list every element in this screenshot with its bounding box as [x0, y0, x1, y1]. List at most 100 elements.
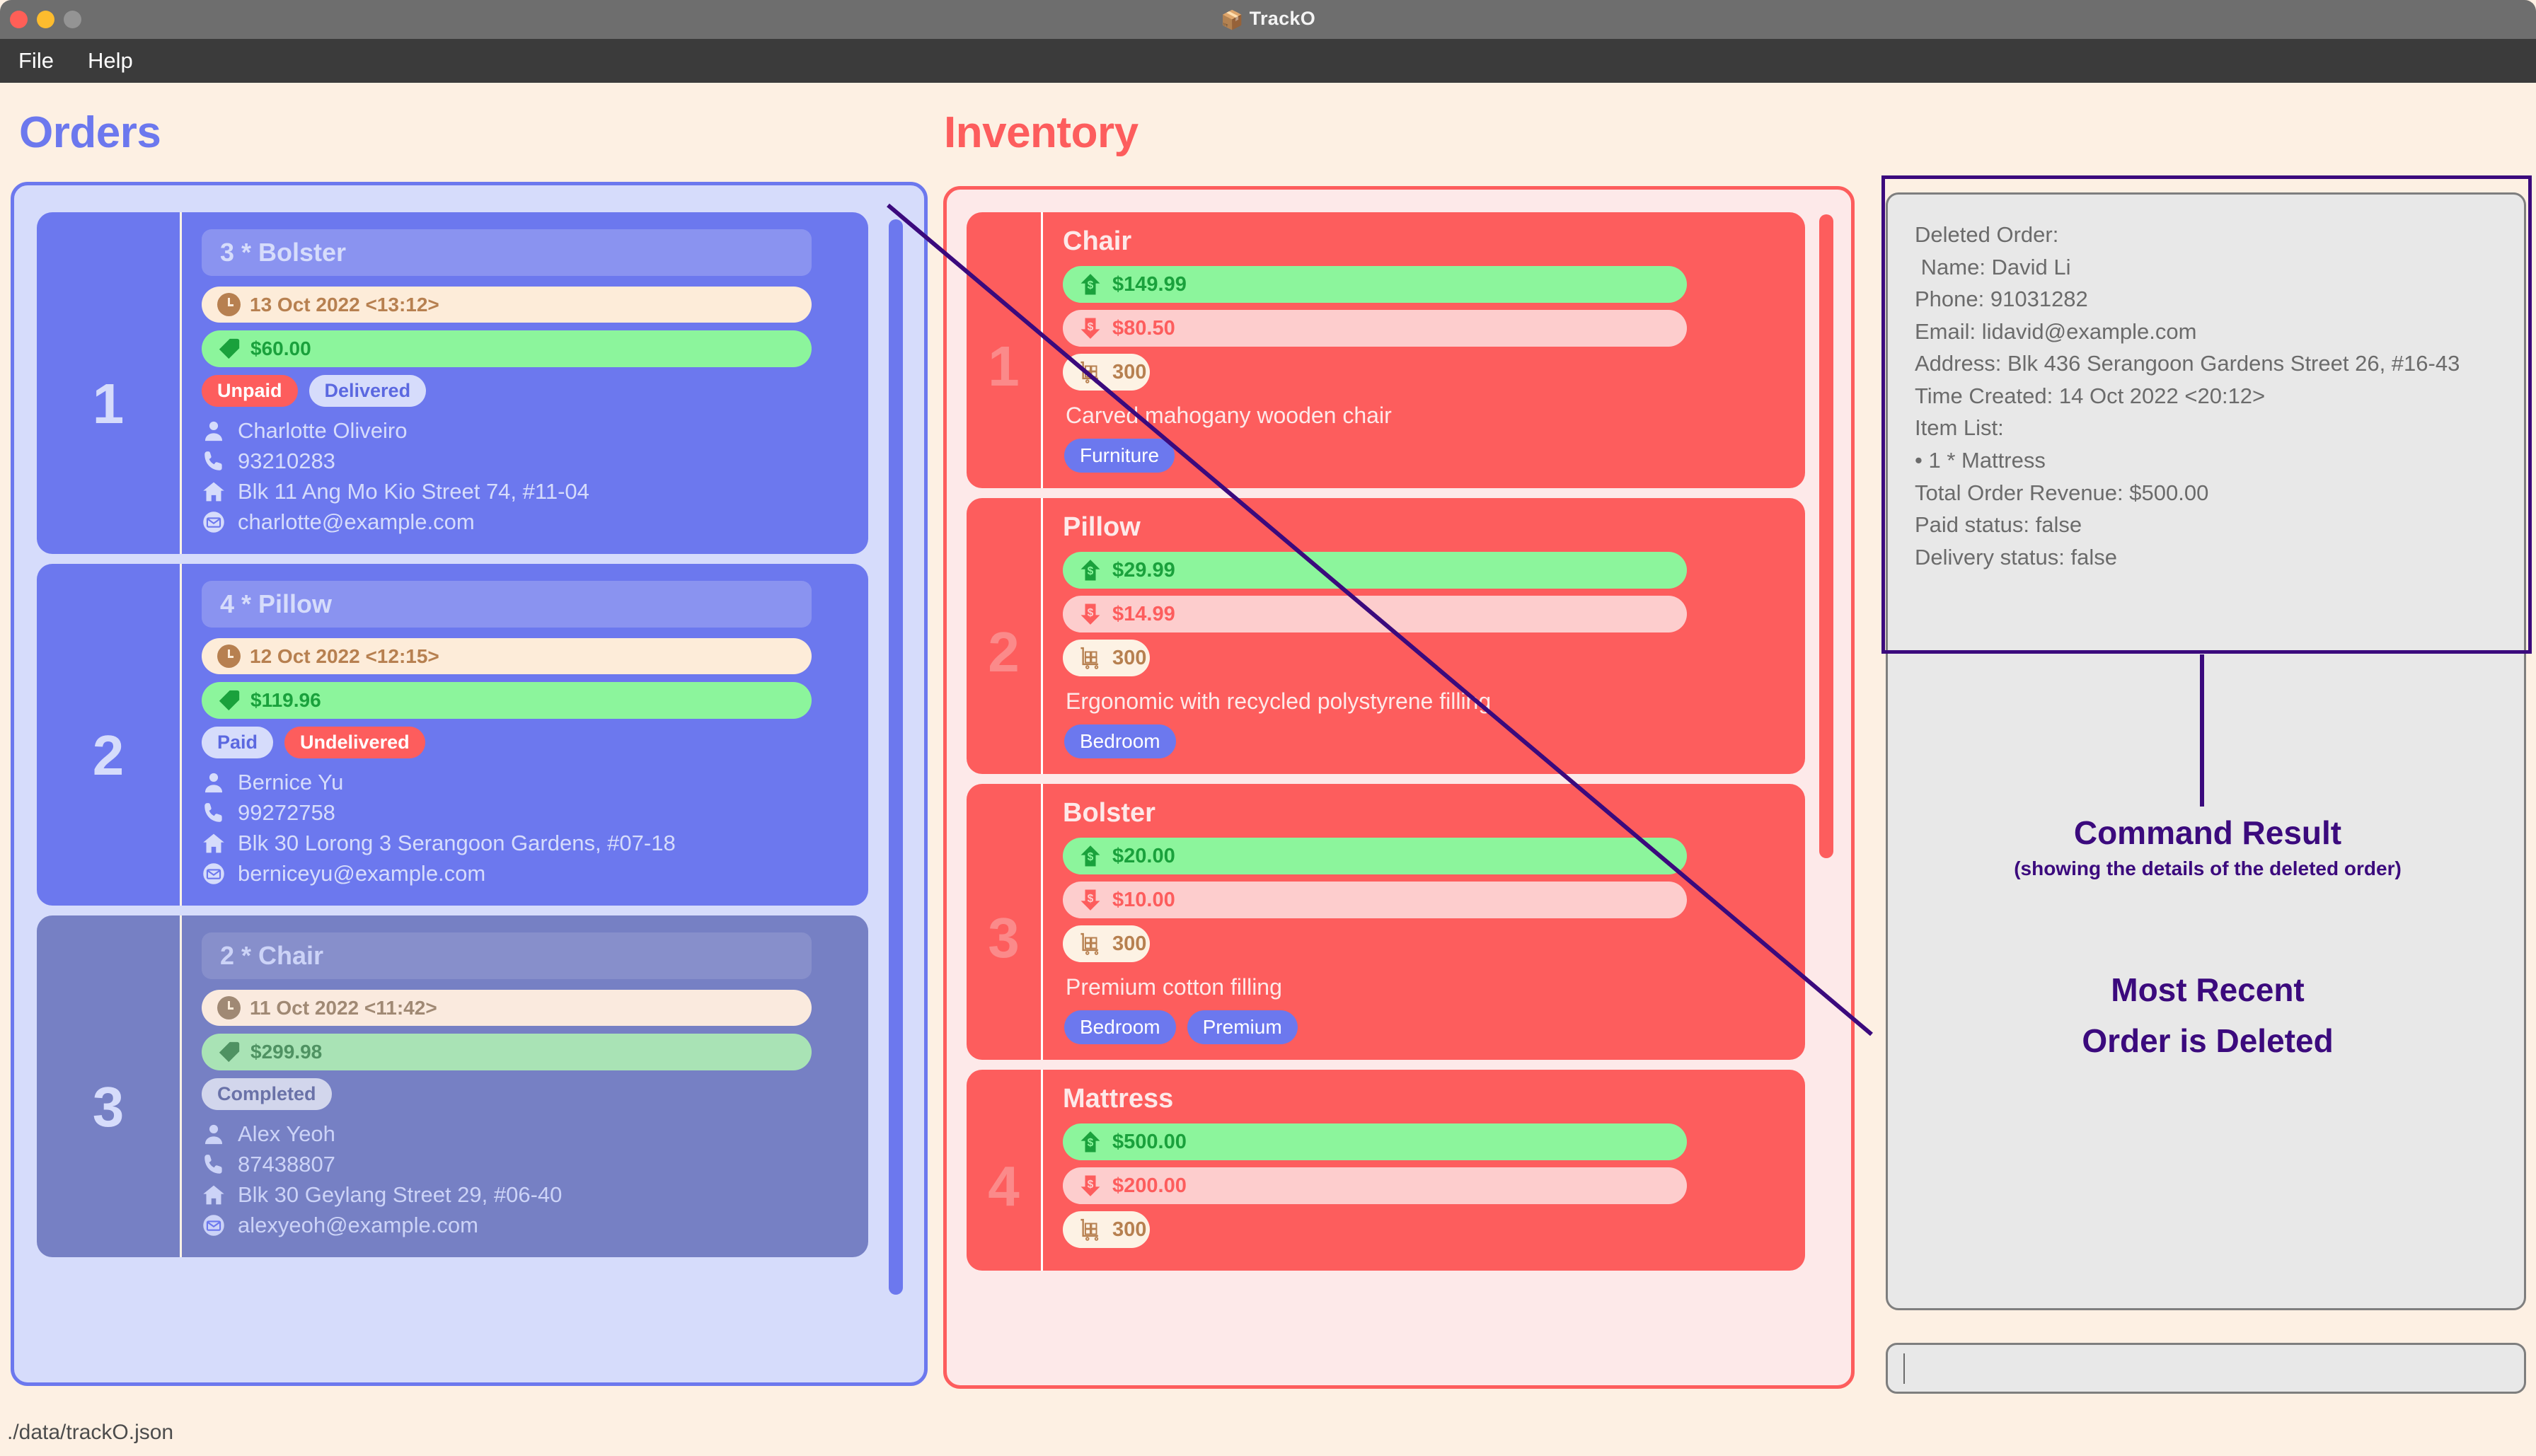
- order-index: 2: [37, 564, 182, 906]
- window-title-text: TrackO: [1249, 8, 1316, 29]
- order-card[interactable]: 2 4 * Pillow 12 Oct 2022 <12:15> $119.96 Pai…: [37, 564, 868, 906]
- order-time-pill: 11 Oct 2022 <11:42>: [202, 990, 812, 1026]
- inventory-cost-price-text: $14.99: [1112, 602, 1175, 625]
- inventory-body: Bolster $ $20.00 $ $10.00 300 Premium cotton f…: [1043, 784, 1805, 1060]
- inventory-stock-text: 300: [1112, 932, 1147, 955]
- stock-trolley-icon: [1080, 932, 1099, 955]
- menu-item-help[interactable]: Help: [88, 48, 133, 74]
- svg-text:$: $: [1088, 851, 1094, 863]
- price-tag-icon: [219, 1041, 240, 1063]
- inventory-body: Mattress $ $500.00 $ $200.00 300: [1043, 1070, 1805, 1271]
- order-email: alexyeoh@example.com: [202, 1213, 850, 1238]
- phone-icon: [204, 451, 222, 470]
- inventory-tags: Bedroom: [1064, 724, 1788, 758]
- inventory-list: 1 Chair $ $149.99 $ $80.50 300 Carved mahogany …: [967, 212, 1805, 1385]
- inventory-tag: Bedroom: [1064, 724, 1176, 758]
- inventory-description: Premium cotton filling: [1066, 974, 1282, 1000]
- price-increase-icon: $: [1080, 1131, 1100, 1152]
- inventory-item-name: Bolster: [1063, 798, 1155, 828]
- orders-heading: Orders: [19, 108, 161, 157]
- email-icon: [203, 1215, 224, 1236]
- inventory-tag: Bedroom: [1064, 1010, 1176, 1044]
- result-line: Address: Blk 436 Serangoon Gardens Stree…: [1915, 351, 2460, 376]
- order-body: 4 * Pillow 12 Oct 2022 <12:15> $119.96 Paid…: [182, 564, 868, 906]
- order-address: Blk 11 Ang Mo Kio Street 74, #11-04: [202, 479, 850, 504]
- result-line: • 1 * Mattress: [1915, 447, 2046, 473]
- orders-list: 1 3 * Bolster 13 Oct 2022 <13:12> $60.00 Unp…: [37, 212, 868, 1380]
- app-window: 📦 TrackO File Help Orders Inventory 13 * …: [0, 0, 2536, 1456]
- package-box-icon: 📦: [1220, 9, 1244, 30]
- order-body: 2 * Chair 11 Oct 2022 <11:42> $299.98 Compl…: [182, 915, 868, 1257]
- order-phone-text: 93210283: [238, 449, 335, 473]
- inventory-item-name: Pillow: [1063, 512, 1141, 542]
- inventory-sale-price-pill: $ $500.00: [1063, 1123, 1687, 1160]
- result-line: Deleted Order:: [1915, 222, 2059, 247]
- order-customer: Charlotte Oliveiro: [202, 418, 850, 444]
- inventory-item-name: Mattress: [1063, 1084, 1174, 1114]
- status-badge: Undelivered: [284, 727, 425, 758]
- menu-item-file[interactable]: File: [18, 48, 54, 74]
- order-email-text: charlotte@example.com: [238, 509, 475, 534]
- stock-trolley-icon: [1080, 1218, 1099, 1241]
- order-status-badges: Unpaid Delivered: [202, 375, 850, 407]
- inventory-card[interactable]: 3 Bolster $ $20.00 $ $10.00 300 Premium cotton …: [967, 784, 1805, 1060]
- order-price-text: $299.98: [250, 1041, 323, 1063]
- orders-scrollbar-thumb[interactable]: [889, 219, 903, 1295]
- order-phone: 87438807: [202, 1152, 850, 1177]
- minimize-button[interactable]: [37, 11, 54, 28]
- clock-icon: [217, 996, 241, 1019]
- home-icon: [203, 1185, 224, 1205]
- order-price-pill: $119.96: [202, 682, 812, 719]
- order-address-text: Blk 30 Geylang Street 29, #06-40: [238, 1182, 563, 1207]
- inventory-card[interactable]: 2 Pillow $ $29.99 $ $14.99 300 Ergonomic with r…: [967, 498, 1805, 774]
- order-card[interactable]: 1 3 * Bolster 13 Oct 2022 <13:12> $60.00 Unp…: [37, 212, 868, 554]
- inventory-stock-pill: 300: [1063, 925, 1150, 962]
- inventory-sale-price-text: $500.00: [1112, 1130, 1187, 1153]
- inventory-stock-text: 300: [1112, 1218, 1147, 1241]
- inventory-item-name: Chair: [1063, 226, 1132, 256]
- email-icon: [203, 512, 224, 533]
- email-icon: [203, 863, 224, 884]
- command-input-box[interactable]: [1886, 1343, 2526, 1394]
- person-icon: [204, 421, 223, 441]
- inventory-card[interactable]: 1 Chair $ $149.99 $ $80.50 300 Carved mahogany …: [967, 212, 1805, 488]
- order-index: 3: [37, 915, 182, 1257]
- home-icon: [203, 482, 224, 502]
- inventory-body: Chair $ $149.99 $ $80.50 300 Carved mahogany w…: [1043, 212, 1805, 488]
- result-line: Email: lidavid@example.com: [1915, 318, 2197, 344]
- result-line: Phone: 91031282: [1915, 287, 2088, 312]
- order-price-pill: $299.98: [202, 1034, 812, 1070]
- home-icon: [203, 833, 224, 853]
- svg-text:$: $: [1088, 1137, 1094, 1149]
- svg-text:$: $: [1088, 1179, 1094, 1191]
- price-tag-icon: [219, 338, 240, 359]
- order-price-text: $119.96: [250, 689, 321, 711]
- order-body: 3 * Bolster 13 Oct 2022 <13:12> $60.00 Unpa…: [182, 212, 868, 554]
- close-button[interactable]: [10, 11, 28, 28]
- inventory-cost-price-pill: $ $80.50: [1063, 310, 1687, 347]
- status-bar: ./data/trackO.json: [0, 1409, 2536, 1456]
- order-customer-text: Charlotte Oliveiro: [238, 418, 408, 443]
- inventory-card[interactable]: 4 Mattress $ $500.00 $ $200.00 300: [967, 1070, 1805, 1271]
- price-increase-icon: $: [1080, 274, 1100, 295]
- inventory-tags: Furniture: [1064, 439, 1788, 473]
- maximize-button[interactable]: [64, 11, 81, 28]
- result-line: Name: David Li: [1915, 254, 2071, 279]
- inventory-index: 4: [967, 1070, 1043, 1271]
- inventory-stock-text: 300: [1112, 646, 1147, 669]
- order-status-badges: Paid Undelivered: [202, 727, 850, 758]
- status-badge: Delivered: [309, 375, 427, 407]
- price-increase-icon: $: [1080, 560, 1100, 581]
- inventory-sale-price-text: $20.00: [1112, 844, 1175, 867]
- order-card[interactable]: 3 2 * Chair 11 Oct 2022 <11:42> $299.98 Comp…: [37, 915, 868, 1257]
- svg-text:$: $: [1088, 893, 1094, 905]
- inventory-scrollbar-thumb[interactable]: [1819, 214, 1833, 858]
- result-line: Time Created: 14 Oct 2022 <20:12>: [1915, 383, 2266, 408]
- inventory-cost-price-text: $10.00: [1112, 888, 1175, 911]
- order-price-text: $60.00: [250, 337, 311, 359]
- order-phone-text: 87438807: [238, 1152, 335, 1177]
- price-decrease-icon: $: [1080, 318, 1100, 339]
- inventory-stock-pill: 300: [1063, 640, 1150, 676]
- order-phone: 93210283: [202, 449, 850, 474]
- person-icon: [204, 773, 223, 793]
